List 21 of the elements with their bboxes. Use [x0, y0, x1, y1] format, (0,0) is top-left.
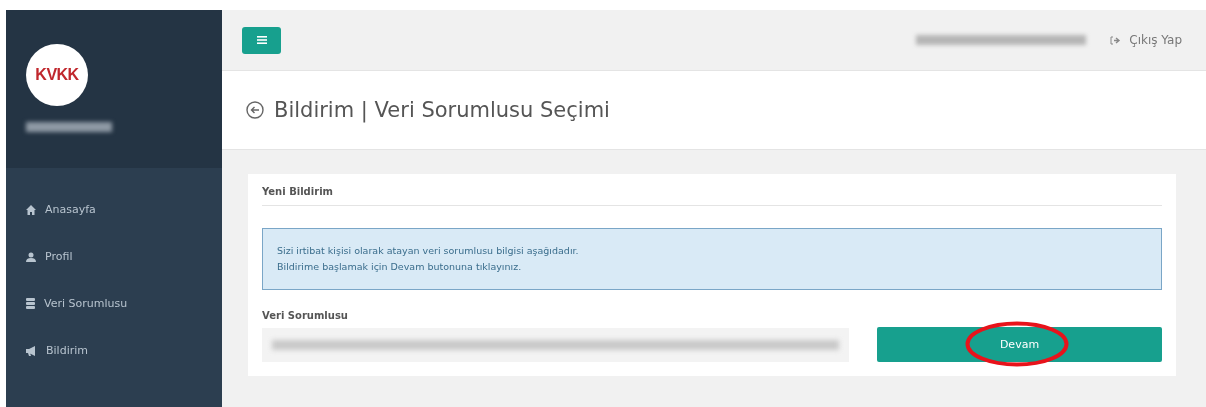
nav-item[interactable]: Profil: [6, 233, 222, 280]
home-icon: [26, 204, 36, 215]
back-icon[interactable]: [246, 101, 264, 119]
info-text: Bildirime başlamak için Devam butonuna tıklayınız.: [277, 260, 523, 274]
panel-title: Yeni Bildirim: [262, 186, 1162, 206]
input-field[interactable]: [262, 327, 849, 362]
info-text: Sizi irtibat kişisi olarak atayan veri sorumlusu bilgisi aşağıdadır.: [277, 244, 580, 258]
database-icon: [26, 298, 35, 309]
bullhorn-icon: [26, 345, 37, 356]
continue-button[interactable]: Devam: [877, 327, 1162, 362]
nav-item[interactable]: Anasayfa: [6, 186, 222, 233]
nav-item[interactable]: Bildirim: [6, 327, 222, 374]
menu-button[interactable]: [242, 26, 281, 54]
menu-icon: [256, 36, 267, 44]
logout-button[interactable]: Çıkış Yap: [1110, 33, 1182, 47]
user-icon: [26, 251, 36, 262]
page-title: Bildirim | Veri Sorumlusu Seçimi: [274, 98, 610, 122]
nav-item[interactable]: Veri Sorumlusu: [6, 280, 222, 327]
field-label: Veri Sorumlusu: [262, 310, 349, 321]
logo: KVKK: [26, 44, 88, 106]
logout-icon: [1110, 35, 1122, 45]
